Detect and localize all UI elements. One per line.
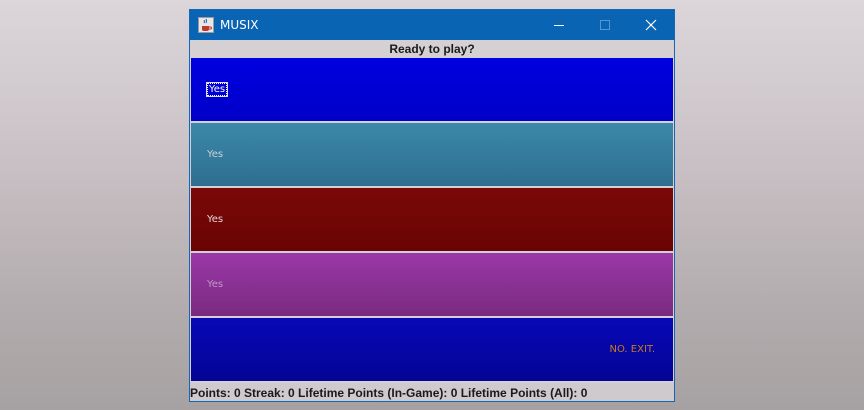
- option-label: Yes: [207, 214, 224, 225]
- java-coffee-cup-icon: [198, 17, 214, 33]
- option-buttons: Yes Yes Yes Yes NO. EXIT.: [190, 58, 674, 383]
- option-label: Yes: [205, 82, 229, 97]
- minimize-button[interactable]: [536, 10, 582, 40]
- option-button-1[interactable]: Yes: [191, 58, 673, 121]
- exit-button[interactable]: NO. EXIT.: [191, 318, 673, 381]
- close-button[interactable]: [628, 10, 674, 40]
- exit-label: NO. EXIT.: [609, 344, 655, 355]
- window-title: MUSIX: [220, 18, 259, 32]
- maximize-button[interactable]: [582, 10, 628, 40]
- minimize-icon: [554, 25, 564, 26]
- option-button-4[interactable]: Yes: [191, 253, 673, 316]
- close-icon: [645, 19, 657, 31]
- status-bar: Points: 0 Streak: 0 Lifetime Points (In-…: [190, 383, 674, 401]
- maximize-icon: [600, 20, 610, 30]
- option-button-3[interactable]: Yes: [191, 188, 673, 251]
- option-button-2[interactable]: Yes: [191, 123, 673, 186]
- title-bar[interactable]: MUSIX: [190, 10, 674, 40]
- ready-prompt: Ready to play?: [190, 40, 674, 58]
- musix-window: MUSIX Ready to play? Yes Yes Yes Yes NO.…: [189, 9, 675, 402]
- option-label: Yes: [207, 279, 224, 290]
- option-label: Yes: [207, 149, 224, 160]
